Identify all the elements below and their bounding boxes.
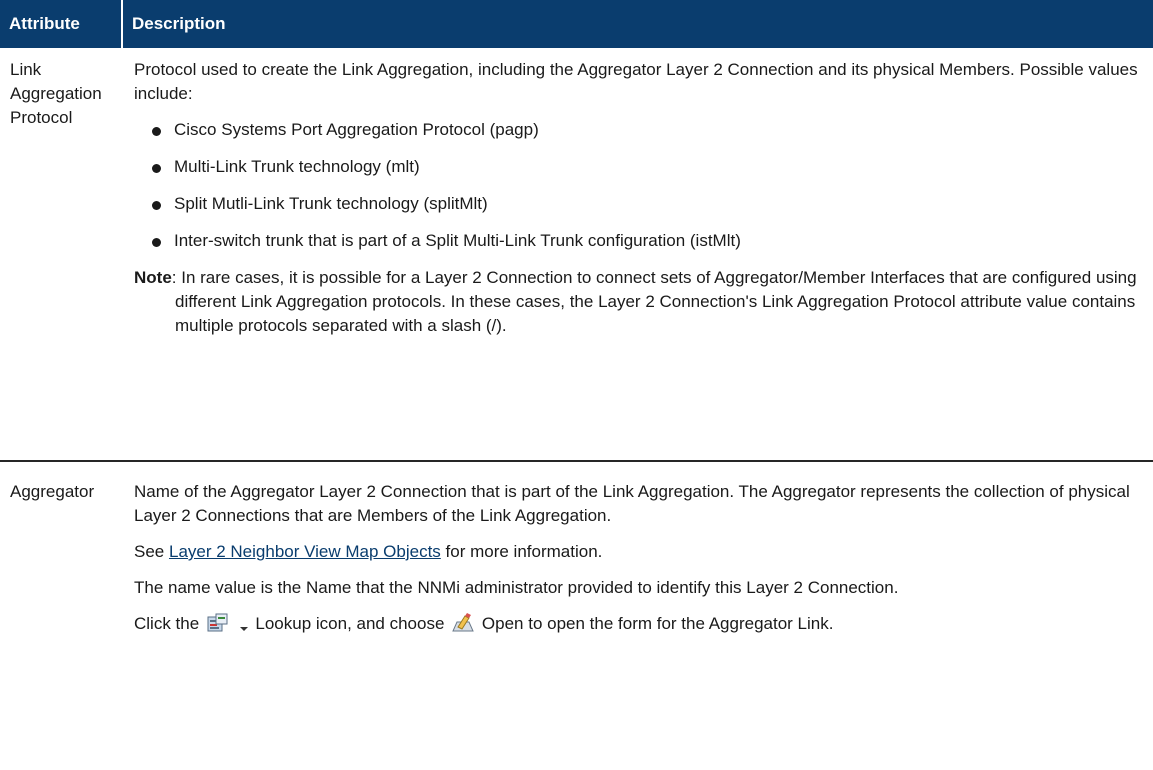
list-item-text: Inter-switch trunk that is part of a Spl…	[174, 231, 741, 250]
open-form-icon	[452, 613, 474, 640]
list-item-text: Split Mutli-Link Trunk technology (split…	[174, 194, 488, 213]
description-paragraph: Name of the Aggregator Layer 2 Connectio…	[134, 482, 1130, 525]
bullet-icon	[152, 201, 161, 210]
description-column-header: Description	[121, 0, 1153, 48]
list-item: Inter-switch trunk that is part of a Spl…	[152, 229, 1143, 253]
attribute-column-header: Attribute	[0, 0, 122, 48]
see-suffix: for more information.	[440, 542, 603, 561]
table-header-row: Attribute Description	[0, 0, 1153, 48]
instruction-prefix: Click the	[134, 614, 200, 633]
list-item: Multi-Link Trunk technology (mlt)	[152, 155, 1143, 179]
bullet-icon	[152, 164, 161, 173]
list-item-text: Multi-Link Trunk technology (mlt)	[174, 157, 420, 176]
table-row: Link Aggregation Protocol Protocol used …	[0, 48, 1153, 462]
note-label: Note	[134, 268, 172, 287]
attribute-name: Aggregator	[10, 482, 95, 501]
see-also-paragraph: See Layer 2 Neighbor View Map Objects fo…	[134, 540, 1143, 564]
table-row: Aggregator Name of the Aggregator Layer …	[0, 461, 1153, 652]
instruction-suffix: Open to open the form for the Aggregator…	[481, 614, 834, 633]
attribute-description: Name of the Aggregator Layer 2 Connectio…	[122, 461, 1153, 652]
instruction-middle: Lookup icon, and choose	[255, 614, 445, 633]
note-paragraph: Note: In rare cases, it is possible for …	[134, 266, 1143, 338]
list-item: Split Mutli-Link Trunk technology (split…	[152, 192, 1143, 216]
lookup-icon	[207, 613, 229, 640]
note-text: : In rare cases, it is possible for a La…	[171, 268, 1137, 335]
attribute-name: Link Aggregation Protocol	[0, 48, 122, 462]
list-item: Cisco Systems Port Aggregation Protocol …	[152, 118, 1143, 142]
see-prefix: See	[134, 542, 169, 561]
bullet-icon	[152, 127, 161, 136]
layer2-map-objects-link[interactable]: Layer 2 Neighbor View Map Objects	[169, 542, 441, 561]
possible-values-list: Cisco Systems Port Aggregation Protocol …	[134, 118, 1143, 253]
attribute-table: Attribute Description Link Aggregation P…	[0, 0, 1153, 652]
list-item-text: Cisco Systems Port Aggregation Protocol …	[174, 120, 539, 139]
description-intro: Protocol used to create the Link Aggrega…	[134, 60, 1138, 103]
bullet-icon	[152, 238, 161, 247]
instruction-paragraph: Click the Lookup icon, and choose Open t…	[134, 612, 1143, 640]
dropdown-arrow-icon	[239, 616, 248, 640]
attribute-description: Protocol used to create the Link Aggrega…	[122, 48, 1153, 462]
description-paragraph: The name value is the Name that the NNMi…	[134, 578, 899, 597]
